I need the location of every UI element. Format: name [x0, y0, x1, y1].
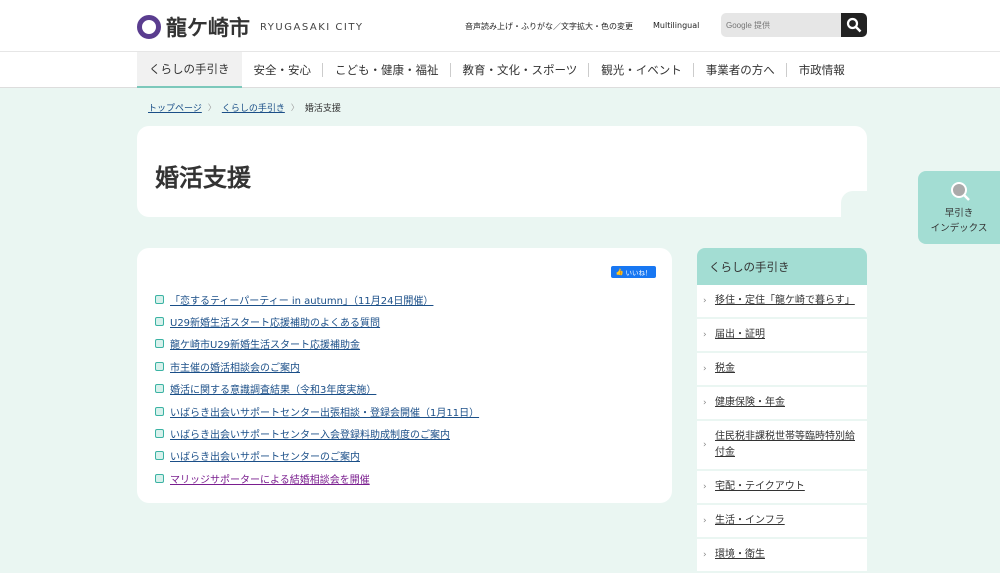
breadcrumb: トップページ 〉 くらしの手引き 〉 婚活支援 — [148, 101, 341, 114]
sidebar-link[interactable]: 健康保険・年金 — [715, 395, 785, 411]
nav-tourism[interactable]: 観光・イベント — [589, 52, 694, 88]
sidebar-link[interactable]: 環境・衛生 — [715, 547, 765, 563]
breadcrumb-top[interactable]: トップページ — [148, 101, 202, 114]
link-list: 「恋するティーパーティー in autumn」（11月24日開催） U29新婚生… — [155, 288, 479, 490]
list-item: 市主催の婚活相談会のご案内 — [155, 355, 479, 377]
page-icon — [155, 384, 164, 394]
decorative-notch — [841, 191, 867, 217]
sidebar-item[interactable]: › 住民税非課税世帯等臨時特別給付金 — [697, 421, 867, 471]
quick-index-line1: 早引き — [944, 208, 974, 219]
list-item: いばらき出会いサポートセンターのご案内 — [155, 445, 479, 467]
sidebar-item[interactable]: › 移住・定住「龍ケ崎で暮らす」 — [697, 285, 867, 319]
quick-index-label: 早引き インデックス — [918, 206, 1000, 236]
sidebar-item[interactable]: › 健康保険・年金 — [697, 387, 867, 421]
main-content: 👍 いいね！ 「恋するティーパーティー in autumn」（11月24日開催） … — [137, 248, 672, 503]
sidebar-link[interactable]: 税金 — [715, 361, 735, 377]
multilingual-link[interactable]: Multilingual — [653, 21, 699, 30]
sidebar-item[interactable]: › 届出・証明 — [697, 319, 867, 353]
sidebar: くらしの手引き › 移住・定住「龍ケ崎で暮らす」 › 届出・証明 › 税金 › 健康保険… — [697, 248, 867, 573]
breadcrumb-living[interactable]: くらしの手引き — [222, 101, 285, 114]
logo-name: 龍ケ崎市 — [166, 16, 250, 40]
chevron-right-icon: 〉 — [207, 103, 216, 112]
global-nav: くらしの手引き 安全・安心 こども・健康・福祉 教育・文化・スポーツ 観光・イベ… — [0, 52, 1000, 88]
sidebar-item[interactable]: › 宅配・テイクアウト — [697, 471, 867, 505]
nav-business[interactable]: 事業者の方へ — [694, 52, 787, 88]
sidebar-link[interactable]: 宅配・テイクアウト — [715, 479, 805, 495]
search-input[interactable] — [721, 13, 841, 37]
page-link[interactable]: 「恋するティーパーティー in autumn」（11月24日開催） — [170, 292, 433, 307]
page-link[interactable]: いばらき出会いサポートセンターのご案内 — [170, 448, 360, 463]
list-item: マリッジサポーターによる結婚相談会を開催 — [155, 467, 479, 489]
page-icon — [155, 429, 164, 439]
magnifier-icon — [951, 182, 970, 201]
page-icon — [155, 339, 164, 349]
chevron-right-icon: › — [703, 550, 707, 560]
page-icon — [155, 451, 164, 461]
chevron-right-icon: 〉 — [290, 103, 299, 112]
chevron-right-icon: › — [703, 482, 707, 492]
page-icon — [155, 406, 164, 416]
list-item: 婚活に関する意識調査結果（令和3年度実施） — [155, 378, 479, 400]
sidebar-title: くらしの手引き — [697, 248, 867, 285]
accessibility-link[interactable]: 音声読み上げ・ふりがな／文字拡大・色の変更 — [465, 21, 633, 32]
facebook-like-button[interactable]: 👍 いいね！ — [611, 266, 656, 278]
page-icon — [155, 361, 164, 371]
page-link[interactable]: U29新婚生活スタート応援補助のよくある質問 — [170, 314, 380, 329]
like-label: いいね！ — [625, 269, 652, 277]
breadcrumb-current: 婚活支援 — [304, 104, 341, 114]
chevron-right-icon: › — [703, 398, 707, 408]
site-header: 龍ケ崎市 RYUGASAKI CITY 音声読み上げ・ふりがな／文字拡大・色の変… — [0, 0, 1000, 52]
nav-living[interactable]: くらしの手引き — [137, 52, 242, 88]
quick-index-button[interactable]: 早引き インデックス — [918, 171, 1000, 244]
list-item: いばらき出会いサポートセンター出張相談・登録会開催（1月11日） — [155, 400, 479, 422]
list-item: いばらき出会いサポートセンター入会登録料助成制度のご案内 — [155, 422, 479, 444]
list-item: U29新婚生活スタート応援補助のよくある質問 — [155, 310, 479, 332]
page-link[interactable]: いばらき出会いサポートセンター入会登録料助成制度のご案内 — [170, 426, 450, 441]
nav-education[interactable]: 教育・文化・スポーツ — [451, 52, 590, 88]
page-link[interactable]: マリッジサポーターによる結婚相談会を開催 — [170, 471, 370, 486]
chevron-right-icon: › — [703, 364, 707, 374]
logo-english: RYUGASAKI CITY — [260, 21, 364, 33]
sidebar-link[interactable]: 生活・インフラ — [715, 513, 785, 529]
sidebar-link[interactable]: 住民税非課税世帯等臨時特別給付金 — [715, 429, 860, 461]
sidebar-link[interactable]: 移住・定住「龍ケ崎で暮らす」 — [715, 293, 855, 309]
chevron-right-icon: › — [703, 440, 707, 450]
thumbs-up-icon: 👍 — [615, 268, 624, 276]
page-link[interactable]: 婚活に関する意識調査結果（令和3年度実施） — [170, 381, 376, 396]
page-title: 婚活支援 — [155, 164, 251, 192]
sidebar-item[interactable]: › 税金 — [697, 353, 867, 387]
sidebar-item[interactable]: › 環境・衛生 — [697, 539, 867, 573]
city-emblem-icon — [137, 15, 161, 39]
chevron-right-icon: › — [703, 330, 707, 340]
page-icon — [155, 294, 164, 304]
nav-children-health[interactable]: こども・健康・福祉 — [323, 52, 451, 88]
search-icon — [846, 17, 862, 33]
list-item: 龍ケ崎市U29新婚生活スタート応援補助金 — [155, 333, 479, 355]
page-icon — [155, 473, 164, 483]
quick-index-line2: インデックス — [930, 223, 988, 234]
site-logo[interactable]: 龍ケ崎市 RYUGASAKI CITY — [137, 12, 364, 42]
nav-safety[interactable]: 安全・安心 — [242, 52, 324, 88]
page-link[interactable]: 龍ケ崎市U29新婚生活スタート応援補助金 — [170, 336, 360, 351]
page-icon — [155, 317, 164, 327]
page-link[interactable]: いばらき出会いサポートセンター出張相談・登録会開催（1月11日） — [170, 404, 479, 419]
nav-city-info[interactable]: 市政情報 — [787, 52, 857, 88]
search-form — [721, 13, 867, 37]
chevron-right-icon: › — [703, 516, 707, 526]
title-box: 婚活支援 — [137, 126, 867, 217]
chevron-right-icon: › — [703, 296, 707, 306]
page-link[interactable]: 市主催の婚活相談会のご案内 — [170, 359, 300, 374]
list-item: 「恋するティーパーティー in autumn」（11月24日開催） — [155, 288, 479, 310]
sidebar-link[interactable]: 届出・証明 — [715, 327, 765, 343]
sidebar-item[interactable]: › 生活・インフラ — [697, 505, 867, 539]
search-button[interactable] — [841, 13, 867, 37]
